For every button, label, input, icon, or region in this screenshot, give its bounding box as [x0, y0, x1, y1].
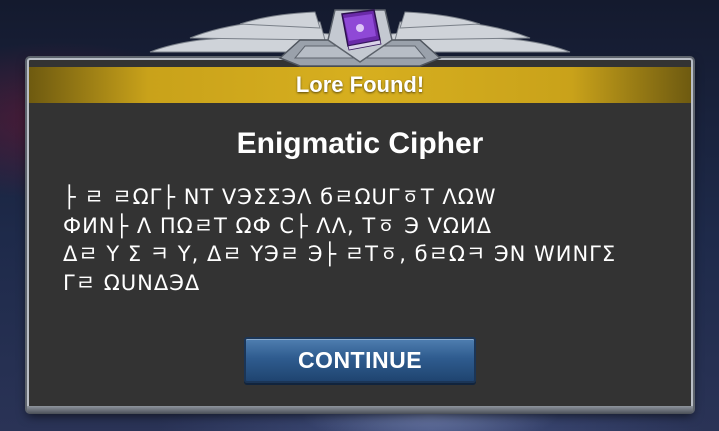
lore-title: Enigmatic Cipher — [236, 127, 484, 160]
game-screen: Lore Found! Enigmatic Cipher ├ ㄹ ㄹΩΓ├ NT… — [0, 0, 719, 431]
cipher-text: ├ ㄹ ㄹΩΓ├ NT VЭΣΣЭΛ бㄹΩUΓㆆT ΛΩW ФИN├ Λ ΠΩ… — [63, 183, 663, 297]
panel-bottom-edge — [27, 406, 693, 414]
dialog-header-title: Lore Found! — [295, 72, 425, 97]
continue-button[interactable]: CONTINUE — [244, 337, 476, 383]
continue-button-label: CONTINUE — [297, 347, 423, 373]
winged-crest-icon — [149, 9, 571, 67]
cipher-line: Γㄹ ΩUNΔЭΔ — [63, 270, 201, 295]
cipher-line: ├ ㄹ ㄹΩΓ├ NT VЭΣΣЭΛ бㄹΩUΓㆆT ΛΩW — [63, 185, 497, 209]
cipher-line: Δㄹ Y Σ ㅋ Y, Δㄹ YЭㄹ Э├ ㄹTㆆ, бㄹΩㅋ ЭN WИNΓΣ — [63, 242, 617, 266]
cipher-line: ФИN├ Λ ΠΩㄹT ΩФ C├ ΛΛ, Tㆆ Э VΩИΔ — [63, 213, 493, 238]
purple-book-icon — [341, 9, 382, 51]
